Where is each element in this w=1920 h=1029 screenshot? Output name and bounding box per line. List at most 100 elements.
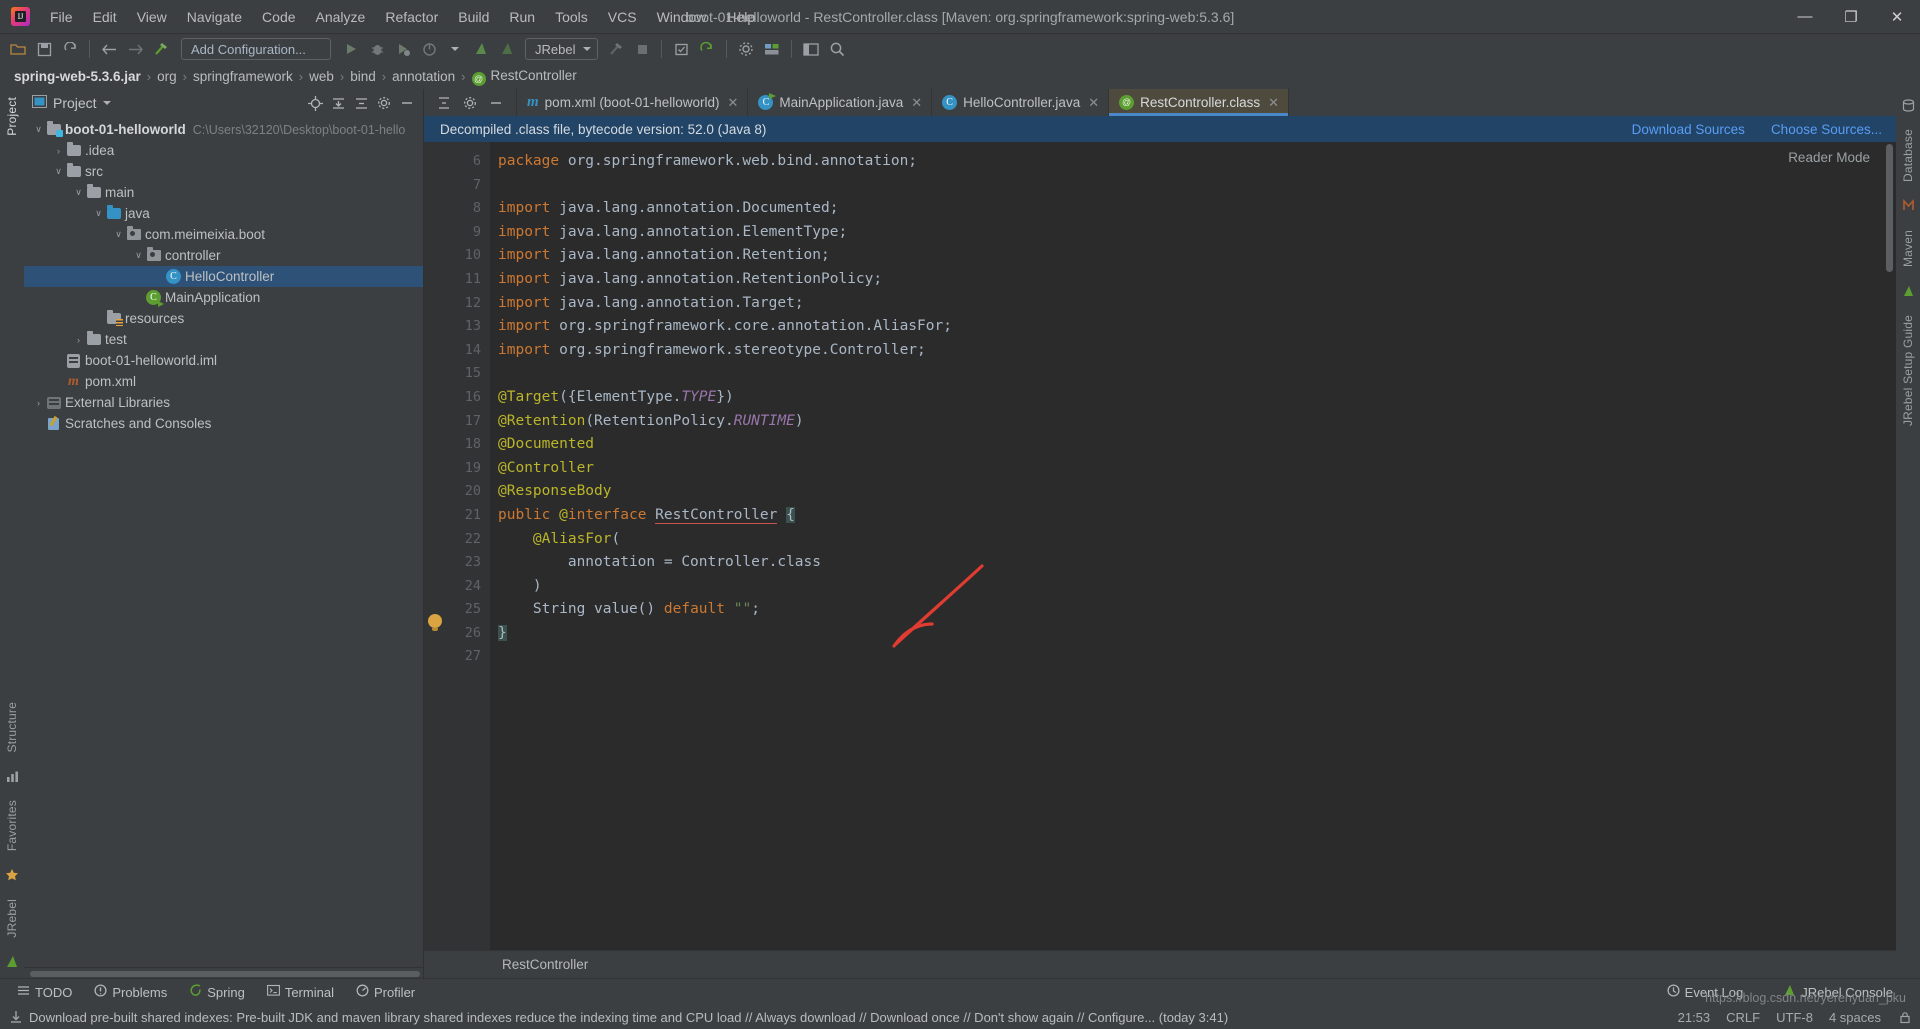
gear-icon[interactable] — [734, 37, 758, 61]
tree-item-src[interactable]: ∨ src — [24, 161, 423, 182]
stop-icon[interactable] — [630, 37, 654, 61]
download-sources-link[interactable]: Download Sources — [1632, 122, 1745, 137]
chevron-down-icon[interactable] — [102, 101, 111, 105]
gear-icon[interactable] — [460, 93, 480, 113]
tree-item-scratches-and-consoles[interactable]: Scratches and Consoles — [24, 413, 423, 434]
intention-bulb-icon[interactable] — [428, 614, 442, 631]
chevron-down-icon[interactable]: ∨ — [32, 124, 45, 135]
tree-item-hellocontroller[interactable]: C HelloController — [24, 266, 423, 287]
sidebar-item-project[interactable]: Project — [2, 89, 22, 144]
forward-arrow-icon[interactable] — [123, 37, 147, 61]
tool-window-spring[interactable]: Spring — [178, 981, 256, 1003]
jrebel-icon[interactable] — [2, 952, 22, 972]
menu-item-code[interactable]: Code — [252, 2, 305, 32]
file-encoding[interactable]: UTF-8 — [1776, 1010, 1813, 1025]
breadcrumb-item-web[interactable]: web — [305, 69, 338, 84]
layout-icon[interactable] — [799, 37, 823, 61]
menu-item-tools[interactable]: Tools — [545, 2, 598, 32]
maximize-button[interactable]: ❐ — [1828, 0, 1874, 33]
chevron-right-icon[interactable]: › — [52, 146, 65, 156]
tool-window-todo[interactable]: TODO — [6, 981, 83, 1003]
jrebel-selector[interactable]: JRebel — [525, 38, 599, 60]
menu-item-build[interactable]: Build — [448, 2, 499, 32]
search-icon[interactable] — [825, 37, 849, 61]
code-content[interactable]: package org.springframework.web.bind.ann… — [490, 142, 1883, 950]
chevron-down-icon[interactable]: ∨ — [52, 166, 65, 177]
chevron-down-icon[interactable] — [443, 37, 467, 61]
line-separator[interactable]: CRLF — [1726, 1010, 1760, 1025]
hammer-icon[interactable] — [149, 37, 173, 61]
tool-window-profiler[interactable]: Profiler — [345, 981, 426, 1003]
run-icon[interactable] — [339, 37, 363, 61]
menu-item-edit[interactable]: Edit — [83, 2, 127, 32]
project-structure-icon[interactable] — [760, 37, 784, 61]
tree-item-boot-01-helloworld-iml[interactable]: boot-01-helloworld.iml — [24, 350, 423, 371]
menu-item-analyze[interactable]: Analyze — [306, 2, 376, 32]
tree-item-main[interactable]: ∨ main — [24, 182, 423, 203]
tree-item-external-libraries[interactable]: › External Libraries — [24, 392, 423, 413]
chevron-down-icon[interactable]: ∨ — [112, 229, 125, 240]
event-log-button[interactable]: Event Log — [1656, 981, 1755, 1003]
lock-icon[interactable] — [1897, 1010, 1912, 1025]
close-icon[interactable]: ✕ — [1088, 95, 1099, 111]
jrebel-console-button[interactable]: JRebel Console — [1772, 981, 1904, 1003]
tree-item-controller[interactable]: ∨ controller — [24, 245, 423, 266]
tree-item-com-meimeixia-boot[interactable]: ∨ com.meimeixia.boot — [24, 224, 423, 245]
close-icon[interactable]: ✕ — [1268, 95, 1279, 111]
jrebel-run-icon[interactable] — [469, 37, 493, 61]
caret-position[interactable]: 21:53 — [1678, 1010, 1711, 1025]
sidebar-item-jrebel-setup-guide[interactable]: JRebel Setup Guide — [1898, 307, 1918, 434]
gear-icon[interactable] — [374, 93, 394, 113]
menu-item-help[interactable]: Help — [716, 2, 765, 32]
build-project-icon[interactable] — [604, 37, 628, 61]
locate-icon[interactable] — [305, 93, 325, 113]
profile-icon[interactable] — [417, 37, 441, 61]
close-icon[interactable]: ✕ — [728, 95, 739, 111]
tree-item-pom-xml[interactable]: m pom.xml — [24, 371, 423, 392]
editor-tab-mainapplication-java[interactable]: C MainApplication.java ✕ — [748, 89, 933, 116]
jrebel-debug-icon[interactable] — [495, 37, 519, 61]
chevron-right-icon[interactable]: › — [32, 398, 45, 408]
menu-item-file[interactable]: File — [40, 2, 83, 32]
back-arrow-icon[interactable] — [97, 37, 121, 61]
star-icon[interactable] — [2, 865, 22, 885]
menu-item-vcs[interactable]: VCS — [598, 2, 647, 32]
menu-item-run[interactable]: Run — [499, 2, 545, 32]
indent-setting[interactable]: 4 spaces — [1829, 1010, 1881, 1025]
open-folder-icon[interactable] — [6, 37, 30, 61]
tree-item-mainapplication[interactable]: C MainApplication — [24, 287, 423, 308]
run-coverage-icon[interactable] — [391, 37, 415, 61]
tree-item-java[interactable]: ∨ java — [24, 203, 423, 224]
minimize-button[interactable]: — — [1782, 0, 1828, 33]
run-configuration-selector[interactable]: Add Configuration... — [181, 38, 331, 60]
menu-item-navigate[interactable]: Navigate — [177, 2, 252, 32]
breadcrumb-item-restcontroller[interactable]: @ RestController — [468, 68, 581, 86]
editor-vertical-scrollbar[interactable] — [1883, 142, 1896, 950]
status-bar-message[interactable]: Download pre-built shared indexes: Pre-b… — [29, 1010, 1228, 1025]
collapse-all-icon[interactable] — [434, 93, 454, 113]
tree-item--idea[interactable]: › .idea — [24, 140, 423, 161]
maven-icon[interactable] — [1898, 196, 1918, 216]
tree-item-test[interactable]: › test — [24, 329, 423, 350]
menu-item-refactor[interactable]: Refactor — [375, 2, 448, 32]
chevron-down-icon[interactable]: ∨ — [72, 187, 85, 198]
editor-tab-hellocontroller-java[interactable]: C HelloController.java ✕ — [932, 89, 1110, 116]
chevron-right-icon[interactable]: › — [72, 335, 85, 345]
menu-item-window[interactable]: Window — [647, 2, 717, 32]
sidebar-item-structure[interactable]: Structure — [2, 694, 22, 761]
tool-window-problems[interactable]: Problems — [83, 981, 178, 1003]
sync-icon[interactable] — [58, 37, 82, 61]
chevron-down-icon[interactable]: ∨ — [92, 208, 105, 219]
jrebel-guide-icon[interactable] — [1898, 281, 1918, 301]
breadcrumb-item-spring-web-5-3-6-jar[interactable]: spring-web-5.3.6.jar — [10, 69, 145, 84]
commit-icon[interactable] — [669, 37, 693, 61]
database-icon[interactable] — [1898, 95, 1918, 115]
hide-panel-icon[interactable] — [397, 93, 417, 113]
debug-icon[interactable] — [365, 37, 389, 61]
menu-item-view[interactable]: View — [127, 2, 177, 32]
breadcrumb-item-annotation[interactable]: annotation — [388, 69, 459, 84]
chevron-down-icon[interactable]: ∨ — [132, 250, 145, 261]
collapse-all-icon[interactable] — [351, 93, 371, 113]
breadcrumb-item-bind[interactable]: bind — [346, 69, 380, 84]
close-button[interactable]: ✕ — [1874, 0, 1920, 33]
